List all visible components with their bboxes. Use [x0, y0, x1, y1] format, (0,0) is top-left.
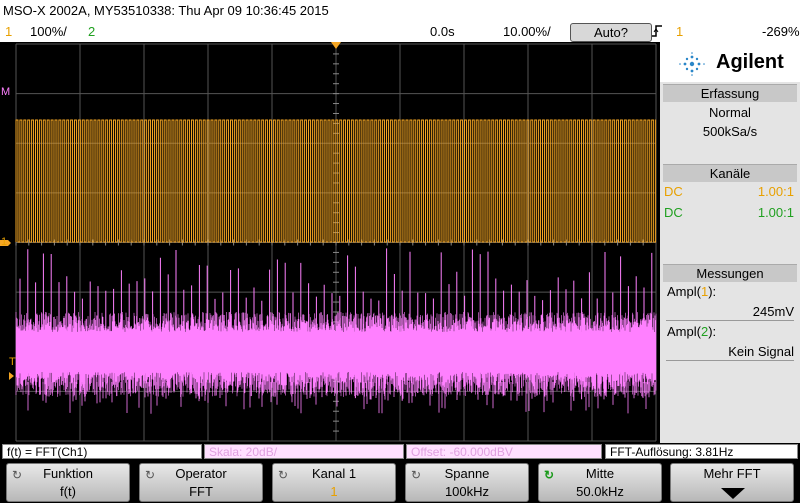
math-marker: M: [1, 86, 11, 98]
softkey-more-fft[interactable]: Mehr FFT: [670, 463, 794, 502]
agilent-logo: Agilent: [660, 42, 800, 82]
trigger-channel[interactable]: 1: [676, 22, 683, 42]
trigger-level[interactable]: -269%: [762, 22, 800, 42]
math-offset-info: Offset: -60.000dBV: [406, 444, 602, 459]
brand-name: Agilent: [716, 51, 784, 73]
trigger-level-marker: T: [9, 356, 16, 368]
softkey-bar: ↻ Funktion f(t) ↻ Operator FFT ↻ Kanal 1…: [0, 461, 800, 503]
trigger-mode-button[interactable]: Auto?: [570, 23, 652, 42]
trigger-level-arrow: [9, 372, 14, 380]
meas-divider: [666, 320, 794, 321]
acquisition-mode: Normal: [709, 105, 751, 120]
measurements-header: Messungen: [663, 264, 797, 282]
meas1-label: Ampl(1):: [667, 284, 717, 299]
acquisition-header: Erfassung: [663, 84, 797, 102]
time-scale[interactable]: 10.00%/: [503, 22, 551, 42]
ch1-scale[interactable]: 100%/: [30, 22, 67, 42]
ch1-ground-marker: 1: [1, 236, 8, 248]
ch1-coupling: DC: [664, 184, 683, 199]
ch1-trace: [15, 119, 657, 243]
meas1-value: 245mV: [752, 304, 794, 319]
fft-resolution-info: FFT-Auflösung: 3.81Hz: [605, 444, 798, 459]
math-scale-info: Skala: 20dB/: [204, 444, 404, 459]
time-position[interactable]: 0.0s: [430, 22, 455, 42]
softkey-function[interactable]: ↻ Funktion f(t): [6, 463, 130, 502]
math-function-info: f(t) = FFT(Ch1): [2, 444, 202, 459]
math-info-bar: f(t) = FFT(Ch1) Skala: 20dB/ Offset: -60…: [0, 443, 800, 461]
meas-divider-2: [666, 360, 794, 361]
trigger-position-marker: [331, 42, 341, 49]
side-panel: Agilent Erfassung Normal 500kSa/s Kanäle…: [660, 42, 800, 443]
meas2-value: Kein Signal: [728, 344, 794, 359]
ch2-number[interactable]: 2: [88, 22, 95, 42]
ch1-probe-ratio: 1.00:1: [757, 184, 794, 199]
down-arrow-icon: [721, 488, 745, 503]
status-bar: 1 100%/ 2 0.0s 10.00%/ 1 -269%: [0, 22, 800, 42]
waveform-canvas: [0, 42, 657, 442]
softkey-span[interactable]: ↻ Spanne 100kHz: [405, 463, 529, 502]
meas2-label: Ampl(2):: [667, 324, 717, 339]
softkey-center[interactable]: ↻ Mitte 50.0kHz: [538, 463, 662, 502]
sample-rate: 500kSa/s: [702, 124, 758, 139]
ch2-coupling: DC: [664, 205, 683, 220]
softkey-operator[interactable]: ↻ Operator FFT: [139, 463, 263, 502]
softkey-channel[interactable]: ↻ Kanal 1 1: [272, 463, 396, 502]
channels-header: Kanäle: [663, 164, 797, 182]
ch2-probe-ratio: 1.00:1: [757, 205, 794, 220]
title-bar: MSO-X 2002A, MY53510338: Thu Apr 09 10:3…: [0, 0, 800, 22]
ch1-number[interactable]: 1: [5, 22, 12, 42]
instrument-title: MSO-X 2002A, MY53510338: Thu Apr 09 10:3…: [3, 3, 329, 18]
waveform-display[interactable]: M 1 T: [0, 42, 660, 443]
